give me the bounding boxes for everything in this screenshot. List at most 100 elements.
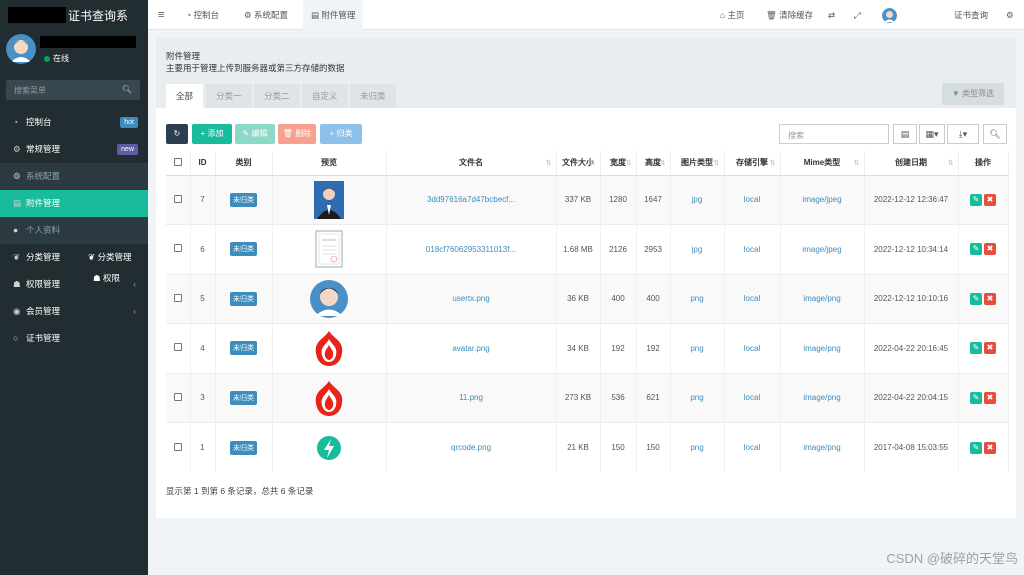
- tab-dashboard[interactable]: ◔ 控制台: [186, 0, 219, 30]
- tab-attachment[interactable]: ▤ 附件管理: [303, 0, 364, 30]
- col-mime[interactable]: Mime类型 ⇅: [780, 151, 865, 176]
- cell-image-type[interactable]: png: [670, 273, 725, 324]
- delete-row-button[interactable]: ✖: [984, 193, 996, 206]
- edit-row-button[interactable]: ✎: [970, 391, 982, 404]
- sort-icon[interactable]: ⇅: [660, 159, 666, 167]
- cell-storage[interactable]: local: [724, 372, 781, 423]
- add-button[interactable]: + 添加: [192, 124, 232, 144]
- sidebar-item-general[interactable]: ⚙ 常规管理 new: [0, 136, 148, 163]
- cell-storage[interactable]: local: [724, 224, 781, 274]
- columns-icon[interactable]: ▦▾: [919, 124, 945, 144]
- col-image-type[interactable]: 图片类型 ⇅: [670, 151, 725, 176]
- cell-mime[interactable]: image/jpeg: [780, 224, 865, 274]
- row-checkbox[interactable]: [166, 174, 191, 225]
- cell-image-type[interactable]: png: [670, 422, 725, 472]
- row-checkbox[interactable]: [166, 273, 191, 324]
- sidebar-item-config[interactable]: ⚙ 系统配置: [0, 163, 148, 190]
- tab-cat2[interactable]: 分类二: [254, 84, 300, 108]
- col-date[interactable]: 创建日期 ⇅: [864, 151, 959, 176]
- cell-filename[interactable]: 11.png: [386, 372, 557, 423]
- edit-row-button[interactable]: ✎: [970, 193, 982, 206]
- cell-mime[interactable]: image/png: [780, 372, 865, 423]
- table-row[interactable]: 6 未归类 018cf76062953311013f... 1.68 MB 2126 29…: [166, 224, 1009, 274]
- col-width[interactable]: 宽度 ⇅: [600, 151, 637, 176]
- row-checkbox[interactable]: [166, 224, 191, 274]
- cell-filename[interactable]: avatar.png: [386, 323, 557, 373]
- table-row[interactable]: 3 未归类 11.png 273 KB 536 621 png local image/png 2…: [166, 372, 1009, 423]
- sidebar-item-dashboard[interactable]: ◔ 控制台 hot: [0, 109, 148, 136]
- filename-link[interactable]: 11.png: [459, 393, 483, 402]
- delete-row-button[interactable]: ✖: [984, 292, 996, 305]
- table-search-input[interactable]: 搜索: [779, 124, 889, 144]
- cell-mime[interactable]: image/jpeg: [780, 174, 865, 225]
- row-checkbox[interactable]: [166, 372, 191, 423]
- table-row[interactable]: 5 未归类 usertx.png 36 KB 400 400 png local image/p…: [166, 273, 1009, 324]
- col-height[interactable]: 高度 ⇅: [636, 151, 671, 176]
- filename-link[interactable]: 018cf76062953311013f...: [426, 245, 516, 254]
- export-icon[interactable]: ⤓▾: [947, 124, 979, 144]
- cell-image-type[interactable]: jpg: [670, 224, 725, 274]
- cell-mime[interactable]: image/png: [780, 422, 865, 472]
- tab-cat1[interactable]: 分类一: [206, 84, 252, 108]
- cell-preview[interactable]: [272, 323, 387, 373]
- delete-row-button[interactable]: ✖: [984, 391, 996, 404]
- tab-unclassified[interactable]: 未归类: [350, 84, 396, 108]
- cell-storage[interactable]: local: [724, 323, 781, 373]
- col-filename[interactable]: 文件名 ⇅: [386, 151, 557, 176]
- home-link[interactable]: ⌂ 主页: [720, 0, 745, 30]
- cell-filename[interactable]: usertx.png: [386, 273, 557, 324]
- certificate-query-link[interactable]: 证书查询: [954, 0, 988, 30]
- type-filter-button[interactable]: ▼ 类型筛选: [941, 83, 1004, 105]
- cell-storage[interactable]: local: [724, 422, 781, 472]
- cell-image-type[interactable]: jpg: [670, 174, 725, 225]
- cell-preview[interactable]: [272, 273, 387, 324]
- cell-preview[interactable]: [272, 422, 387, 472]
- edit-row-button[interactable]: ✎: [970, 243, 982, 256]
- filename-link[interactable]: avatar.png: [452, 344, 489, 353]
- col-size[interactable]: 文件大小 ⇅: [556, 151, 601, 176]
- delete-button[interactable]: 🗑︎ 删除: [278, 124, 316, 144]
- cell-preview[interactable]: [272, 372, 387, 423]
- sort-icon[interactable]: ⇅: [714, 159, 720, 167]
- filename-link[interactable]: qrcode.png: [451, 443, 491, 452]
- sort-icon[interactable]: ⇅: [854, 159, 860, 167]
- table-row[interactable]: 7 未归类 3dd97616a7d47bcbecf... 337 KB 1280 1647…: [166, 174, 1009, 225]
- classify-button[interactable]: + 归类: [320, 124, 362, 144]
- cell-filename[interactable]: 018cf76062953311013f...: [386, 224, 557, 274]
- sort-icon[interactable]: ⇅: [546, 159, 552, 167]
- search-icon[interactable]: 🔍︎: [983, 124, 1007, 144]
- settings-icon[interactable]: ⚙: [1006, 0, 1014, 30]
- edit-row-button[interactable]: ✎: [970, 441, 982, 454]
- filename-link[interactable]: usertx.png: [452, 294, 489, 303]
- language-icon[interactable]: ⇄: [828, 0, 835, 30]
- cell-mime[interactable]: image/png: [780, 323, 865, 373]
- select-all-checkbox[interactable]: [166, 151, 191, 176]
- sort-icon[interactable]: ⇅: [626, 159, 632, 167]
- cell-image-type[interactable]: png: [670, 323, 725, 373]
- clear-cache-button[interactable]: 🗑︎ 清除缓存: [766, 0, 813, 30]
- toggle-view-icon[interactable]: ▤: [893, 124, 917, 144]
- sidebar-item-profile[interactable]: ● 个人资料: [0, 217, 148, 244]
- sort-icon[interactable]: ⇅: [770, 159, 776, 167]
- tab-custom[interactable]: 自定义: [302, 84, 348, 108]
- cell-filename[interactable]: 3dd97616a7d47bcbecf...: [386, 174, 557, 225]
- cell-image-type[interactable]: png: [670, 372, 725, 423]
- col-storage[interactable]: 存储引擎 ⇅: [724, 151, 781, 176]
- sidebar-item-auth[interactable]: ☗ 权限管理 ‹: [0, 271, 148, 298]
- cell-filename[interactable]: qrcode.png: [386, 422, 557, 472]
- logo-bar[interactable]: 证书查询系: [0, 0, 148, 30]
- edit-row-button[interactable]: ✎: [970, 292, 982, 305]
- hamburger-icon[interactable]: ≡: [158, 0, 164, 30]
- search-icon[interactable]: 🔍︎: [122, 85, 132, 94]
- avatar[interactable]: [6, 34, 36, 64]
- sidebar-item-attachment[interactable]: ▤ 附件管理: [0, 190, 148, 217]
- sidebar-item-certificate[interactable]: ○ 证书管理: [0, 325, 148, 352]
- row-checkbox[interactable]: [166, 323, 191, 373]
- sort-icon[interactable]: ⇅: [590, 159, 596, 167]
- cell-storage[interactable]: local: [724, 273, 781, 324]
- edit-row-button[interactable]: ✎: [970, 342, 982, 355]
- delete-row-button[interactable]: ✖: [984, 243, 996, 256]
- menu-search-input[interactable]: 搜索菜单 🔍︎: [6, 80, 140, 100]
- cell-preview[interactable]: [272, 224, 387, 274]
- tab-config[interactable]: ⚙ 系统配置: [244, 0, 288, 30]
